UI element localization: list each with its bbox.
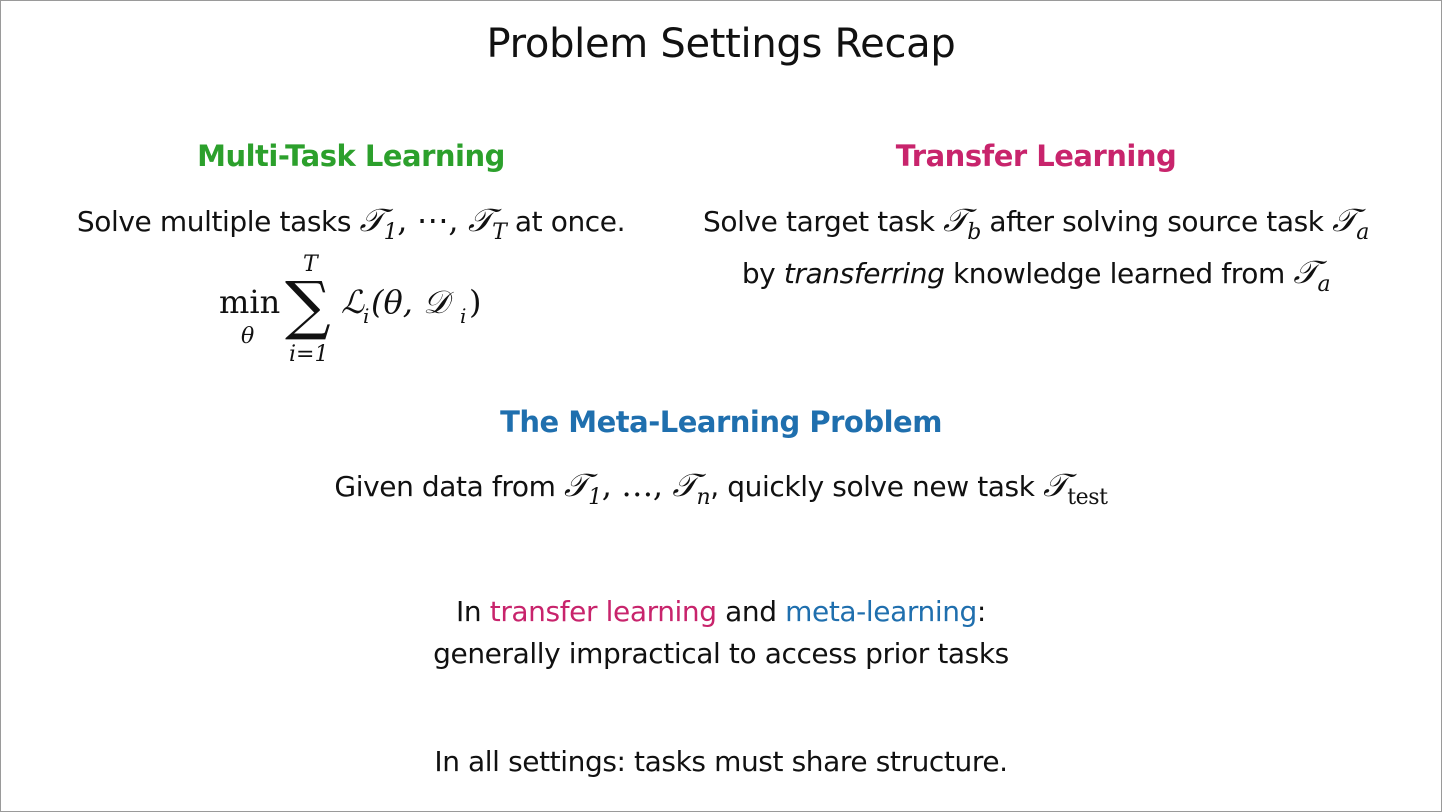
slide-title: Problem Settings Recap <box>486 21 956 67</box>
formula-loss-sub: i <box>363 304 369 328</box>
task-symbol: 𝒯1, ⋯, 𝒯T <box>359 201 507 245</box>
task-symbol: 𝒯a <box>1332 201 1369 245</box>
formula-args-sub: i <box>460 304 466 328</box>
formula-min-sub: θ <box>241 324 254 349</box>
formula-sum-lower: i=1 <box>289 342 328 367</box>
meta-learning-line: Given data from 𝒯1, …, 𝒯n, quickly solve… <box>334 466 1108 510</box>
formula-sum-upper: T <box>303 252 320 277</box>
meta-learning-heading: The Meta-Learning Problem <box>500 405 942 439</box>
transfer-heading: Transfer Learning <box>895 139 1177 173</box>
note-shared-structure: In all settings: tasks must share struct… <box>434 745 1008 778</box>
multi-task-heading: Multi-Task Learning <box>197 139 505 173</box>
multi-task-formula: min θ ∑ T i=1 ℒ i (θ, 𝒟 i ) <box>211 251 511 371</box>
formula-sum: ∑ <box>285 269 331 343</box>
task-symbol: 𝒯a <box>1293 253 1331 297</box>
task-symbol: 𝒯b <box>943 201 981 245</box>
transfer-line-1: Solve target task 𝒯b after solving sourc… <box>703 201 1369 245</box>
formula-min: min <box>219 283 280 321</box>
multi-task-line: Solve multiple tasks 𝒯1, ⋯, 𝒯T at once. <box>31 201 671 245</box>
task-symbol: 𝒯test <box>1043 466 1108 510</box>
transfer-line-2: by transferring knowledge learned from 𝒯… <box>741 253 1331 297</box>
formula-args: (θ, 𝒟 <box>371 283 454 321</box>
note-meta-term: meta-learning <box>785 595 977 628</box>
note-transfer-term: transfer learning <box>489 595 717 628</box>
multi-task-line-suffix: at once. <box>506 205 626 238</box>
multi-task-line-prefix: Solve multiple tasks <box>76 205 360 238</box>
formula-loss: ℒ <box>341 283 365 321</box>
slide: Problem Settings Recap Multi-Task Learni… <box>0 0 1442 812</box>
note-transfer-meta: In transfer learning and meta-learning: <box>456 595 986 628</box>
formula-close: ) <box>469 283 481 321</box>
note-impractical: generally impractical to access prior ta… <box>433 637 1009 670</box>
task-symbol: 𝒯1, …, 𝒯n <box>563 466 711 510</box>
transfer-emphasis: transferring <box>783 257 945 290</box>
